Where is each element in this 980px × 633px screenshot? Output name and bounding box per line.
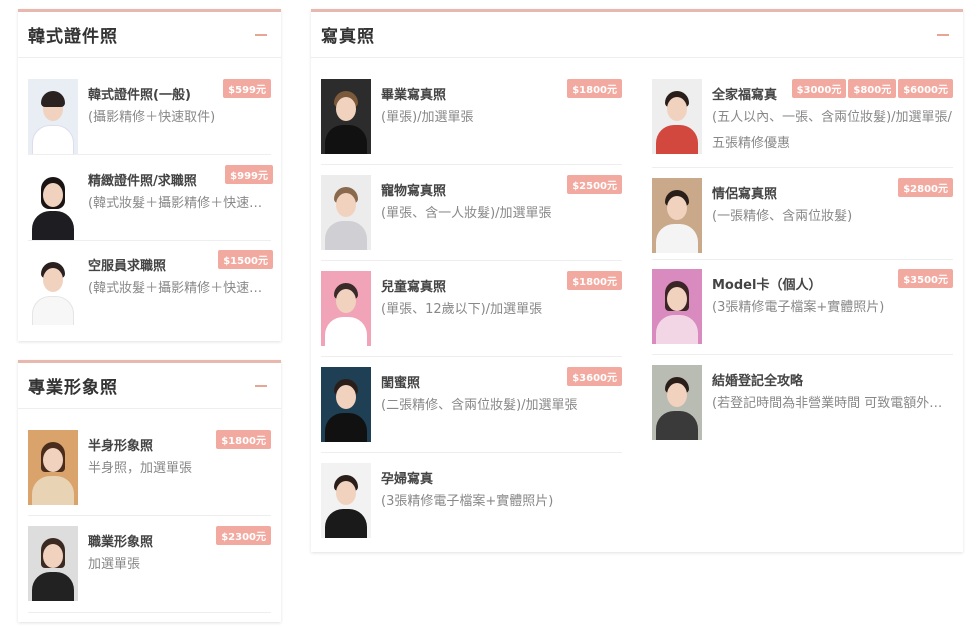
portrait-female-photo-icon bbox=[28, 165, 78, 240]
item-desc: (二張精修、含兩位妝髮)/加選單張 bbox=[381, 398, 578, 413]
child-photo-icon bbox=[321, 271, 371, 346]
business-photo-icon bbox=[28, 526, 78, 601]
collapse-minus-icon[interactable] bbox=[255, 380, 267, 392]
item-name: 孕婦寫真 bbox=[381, 472, 434, 487]
item-desc: 加選單張 bbox=[88, 557, 141, 572]
graduation-photo-icon bbox=[321, 79, 371, 154]
item-desc: (單張、含一人妝髮)/加選單張 bbox=[381, 206, 552, 221]
list-item[interactable]: 閨蜜照 (二張精修、含兩位妝髮)/加選單張 $3600元 bbox=[321, 367, 622, 442]
id-photo-panel-header[interactable]: 韓式證件照 bbox=[18, 12, 281, 58]
price-badge: $3500元 bbox=[898, 269, 953, 288]
item-desc: (五人以內、一張、含兩位妝髮)/加選單張/五張精修優惠 bbox=[712, 110, 952, 151]
list-item[interactable]: 全家福寫真 (五人以內、一張、含兩位妝髮)/加選單張/五張精修優惠 $3000元… bbox=[652, 79, 953, 157]
list-item[interactable]: 孕婦寫真 (3張精修電子檔案+實體照片) bbox=[321, 463, 622, 538]
professional-photo-panel-header[interactable]: 專業形象照 bbox=[18, 363, 281, 409]
item-desc: (單張)/加選單張 bbox=[381, 110, 474, 125]
list-item[interactable]: 兒童寫真照 (單張、12歲以下)/加選單張 $1800元 bbox=[321, 271, 622, 346]
best-friends-photo-icon bbox=[321, 367, 371, 442]
price-badge: $3000元 bbox=[791, 79, 847, 98]
item-desc: (3張精修電子檔案+實體照片) bbox=[712, 300, 885, 315]
price-badge: $2500元 bbox=[567, 175, 622, 194]
panel-title: 專業形象照 bbox=[28, 378, 118, 398]
price-badge: $1800元 bbox=[567, 271, 622, 290]
price-badge: $2800元 bbox=[898, 178, 953, 197]
item-desc: (攝影精修＋快速取件) bbox=[88, 110, 216, 125]
item-desc: (韓式妝髮＋攝影精修＋快速取件) bbox=[88, 281, 273, 296]
list-item[interactable]: 情侶寫真照 (一張精修、含兩位妝髮) $2800元 bbox=[652, 178, 953, 253]
price-badge: $2300元 bbox=[216, 526, 271, 545]
item-desc: (若登記時間為非營業時間 可致電額外預約) bbox=[712, 396, 953, 411]
item-name: 結婚登記全攻略 bbox=[712, 374, 804, 389]
model-card-photo-icon bbox=[652, 269, 702, 344]
list-item[interactable]: 精緻證件照/求職照 (韓式妝髮＋攝影精修＋快速取件) $999元 bbox=[28, 165, 273, 240]
list-item[interactable]: 韓式證件照(一般) (攝影精修＋快速取件) $599元 bbox=[28, 79, 271, 154]
list-item[interactable]: 半身形象照 半身照，加選單張 $1800元 bbox=[28, 430, 271, 505]
panel-title: 韓式證件照 bbox=[28, 27, 118, 47]
price-badge: $599元 bbox=[223, 79, 271, 98]
price-badge: $1500元 bbox=[218, 250, 273, 269]
price-badge: $800元 bbox=[848, 79, 897, 98]
list-item[interactable]: 畢業寫真照 (單張)/加選單張 $1800元 bbox=[321, 79, 622, 154]
portrait-photo-panel-header[interactable]: 寫真照 bbox=[311, 12, 963, 58]
price-badge: $999元 bbox=[225, 165, 273, 184]
panel-title: 寫真照 bbox=[321, 27, 375, 47]
couple-photo-icon bbox=[652, 178, 702, 253]
item-desc: (3張精修電子檔案+實體照片) bbox=[381, 494, 554, 509]
price-badge: $6000元 bbox=[898, 79, 953, 98]
price-badge: $1800元 bbox=[567, 79, 622, 98]
list-item[interactable]: 空服員求職照 (韓式妝髮＋攝影精修＋快速取件) $1500元 bbox=[28, 250, 273, 325]
item-desc: 半身照，加選單張 bbox=[88, 461, 193, 476]
list-item[interactable]: 職業形象照 加選單張 $2300元 bbox=[28, 526, 271, 601]
pet-photo-icon bbox=[321, 175, 371, 250]
item-desc: (一張精修、含兩位妝髮) bbox=[712, 209, 853, 224]
half-body-photo-icon bbox=[28, 430, 78, 505]
maternity-photo-icon bbox=[321, 463, 371, 538]
item-desc: (單張、12歲以下)/加選單張 bbox=[381, 302, 543, 317]
portrait-female-photo-icon bbox=[28, 250, 78, 325]
marriage-registration-photo-icon bbox=[652, 365, 702, 440]
collapse-minus-icon[interactable] bbox=[937, 29, 949, 41]
family-photo-icon bbox=[652, 79, 702, 154]
list-item[interactable]: 結婚登記全攻略 (若登記時間為非營業時間 可致電額外預約) bbox=[652, 365, 953, 440]
price-badge: $3600元 bbox=[567, 367, 622, 386]
portrait-male-photo-icon bbox=[28, 79, 78, 154]
list-item[interactable]: 寵物寫真照 (單張、含一人妝髮)/加選單張 $2500元 bbox=[321, 175, 622, 250]
item-desc: (韓式妝髮＋攝影精修＋快速取件) bbox=[88, 196, 273, 211]
list-item[interactable]: Model卡（個人） (3張精修電子檔案+實體照片) $3500元 bbox=[652, 269, 953, 344]
price-badge: $1800元 bbox=[216, 430, 271, 449]
collapse-minus-icon[interactable] bbox=[255, 29, 267, 41]
